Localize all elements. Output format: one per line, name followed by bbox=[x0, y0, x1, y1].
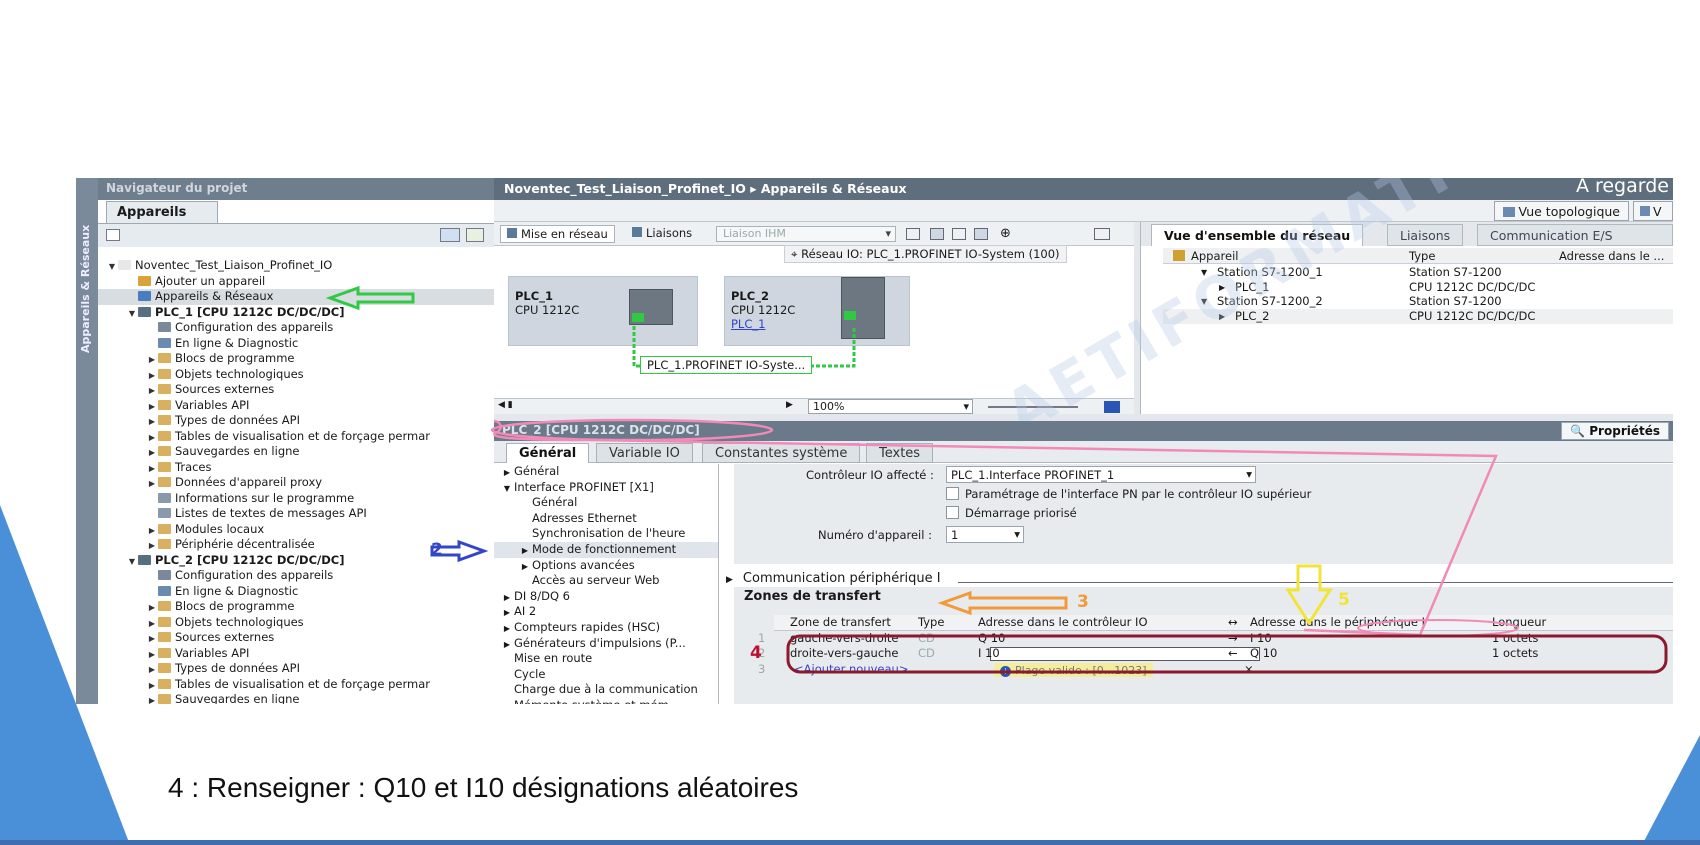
slide-caption: 4 : Renseigner : Q10 et I10 désignations… bbox=[168, 772, 799, 803]
annotation-overlay bbox=[325, 285, 1668, 674]
annotation-2: 2 bbox=[431, 540, 443, 560]
annotation-5: 5 bbox=[1338, 590, 1350, 610]
annotation-4: 4 bbox=[750, 643, 762, 663]
annotation-3: 3 bbox=[1077, 592, 1089, 612]
